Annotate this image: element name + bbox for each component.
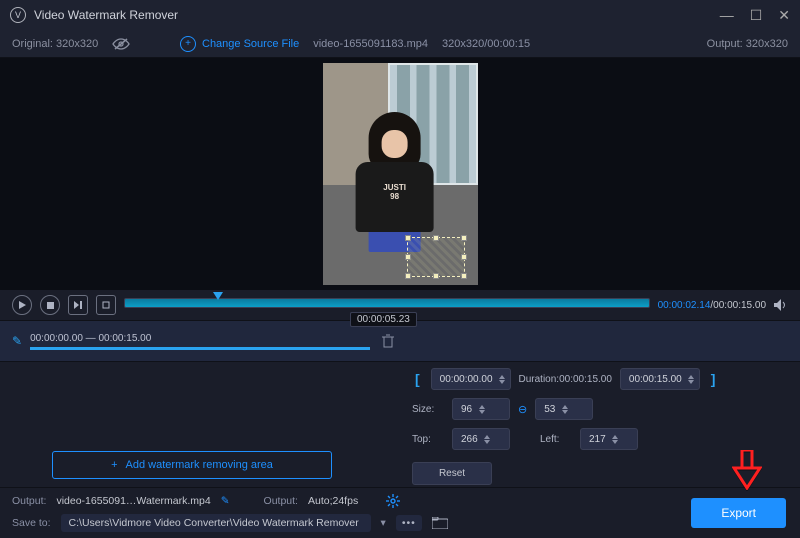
app-title: Video Watermark Remover (34, 8, 178, 22)
source-filename: video-1655091183.mp4 (313, 38, 428, 50)
plus-circle-icon: + (180, 36, 196, 52)
duration-value: 00:00:15.00 (559, 374, 612, 385)
video-preview[interactable]: JUSTI98 (0, 58, 800, 290)
brush-icon[interactable]: ✎ (12, 334, 22, 348)
minimize-icon[interactable]: — (720, 7, 734, 24)
volume-icon[interactable] (774, 299, 788, 311)
size-label: Size: (412, 404, 444, 415)
window-buttons: — ☐ ✕ (720, 7, 790, 24)
output-file-label: Output: (12, 495, 46, 507)
size-width-input[interactable]: 96 (452, 398, 510, 420)
start-time-input[interactable]: 00:00:00.00 (431, 368, 511, 390)
top-input[interactable]: 266 (452, 428, 510, 450)
watermark-selection-box[interactable] (407, 237, 465, 277)
left-input[interactable]: 217 (580, 428, 638, 450)
app-logo-icon: V (10, 7, 26, 23)
source-fileinfo: 320x320/00:00:15 (442, 38, 530, 50)
segment-bar (30, 347, 370, 350)
output-file-value: video-1655091…Watermark.mp4 (56, 495, 210, 507)
controls-area: + Add watermark removing area [ 00:00:00… (0, 362, 800, 487)
duration-label: Duration: (519, 374, 560, 385)
resize-handle-icon[interactable] (433, 235, 439, 241)
stop-button[interactable] (40, 295, 60, 315)
resize-handle-icon[interactable] (461, 254, 467, 260)
export-button[interactable]: Export (691, 498, 786, 528)
resize-handle-icon[interactable] (433, 273, 439, 279)
delete-segment-icon[interactable] (382, 334, 394, 348)
time-tooltip: 00:00:05.23 (350, 312, 417, 327)
link-aspect-icon[interactable]: ⊖ (518, 403, 527, 416)
top-info-bar: Original: 320x320 + Change Source File v… (0, 30, 800, 58)
save-to-path[interactable]: C:\Users\Vidmore Video Converter\Video W… (61, 514, 371, 532)
size-height-input[interactable]: 53 (535, 398, 593, 420)
segment-item[interactable]: 00:00:00.00 — 00:00:15.00 (30, 333, 370, 350)
bottom-bar: Output: video-1655091…Watermark.mp4 ✎ Ou… (0, 487, 800, 538)
resize-handle-icon[interactable] (461, 273, 467, 279)
edit-output-icon[interactable]: ✎ (221, 495, 230, 507)
close-icon[interactable]: ✕ (778, 7, 790, 24)
output-format-label: Output: (264, 495, 298, 507)
bracket-in-icon[interactable]: [ (412, 371, 423, 387)
playhead-icon[interactable] (213, 292, 223, 300)
resize-handle-icon[interactable] (461, 235, 467, 241)
original-label: Original: 320x320 (12, 38, 98, 50)
output-format-value: Auto;24fps (308, 495, 358, 507)
timeline[interactable]: 00:00:05.23 (124, 298, 650, 312)
end-time-input[interactable]: 00:00:15.00 (620, 368, 700, 390)
left-label: Left: (540, 434, 572, 445)
preview-toggle-icon[interactable] (112, 37, 130, 51)
maximize-icon[interactable]: ☐ (750, 7, 763, 24)
add-watermark-area-button[interactable]: + Add watermark removing area (52, 451, 332, 479)
change-source-button[interactable]: + Change Source File (180, 36, 299, 52)
browse-path-button[interactable]: ••• (396, 515, 422, 531)
segment-range: 00:00:00.00 — 00:00:15.00 (30, 333, 370, 344)
reset-button[interactable]: Reset (412, 462, 492, 485)
titlebar: V Video Watermark Remover — ☐ ✕ (0, 0, 800, 30)
video-frame: JUSTI98 (323, 63, 478, 285)
change-source-label: Change Source File (202, 38, 299, 50)
play-button[interactable] (12, 295, 32, 315)
plus-icon: + (111, 459, 117, 471)
output-size: Output: 320x320 (707, 38, 788, 50)
step-frame-button[interactable] (68, 295, 88, 315)
settings-gear-icon[interactable] (386, 494, 400, 508)
top-label: Top: (412, 434, 444, 445)
capture-button[interactable] (96, 295, 116, 315)
add-watermark-label: Add watermark removing area (126, 459, 273, 471)
resize-handle-icon[interactable] (405, 273, 411, 279)
resize-handle-icon[interactable] (405, 235, 411, 241)
playback-bar: 00:00:05.23 00:00:02.14/00:00:15.00 (0, 290, 800, 320)
bracket-out-icon[interactable]: ] (708, 371, 719, 387)
resize-handle-icon[interactable] (405, 254, 411, 260)
time-readout: 00:00:02.14/00:00:15.00 (658, 300, 766, 311)
